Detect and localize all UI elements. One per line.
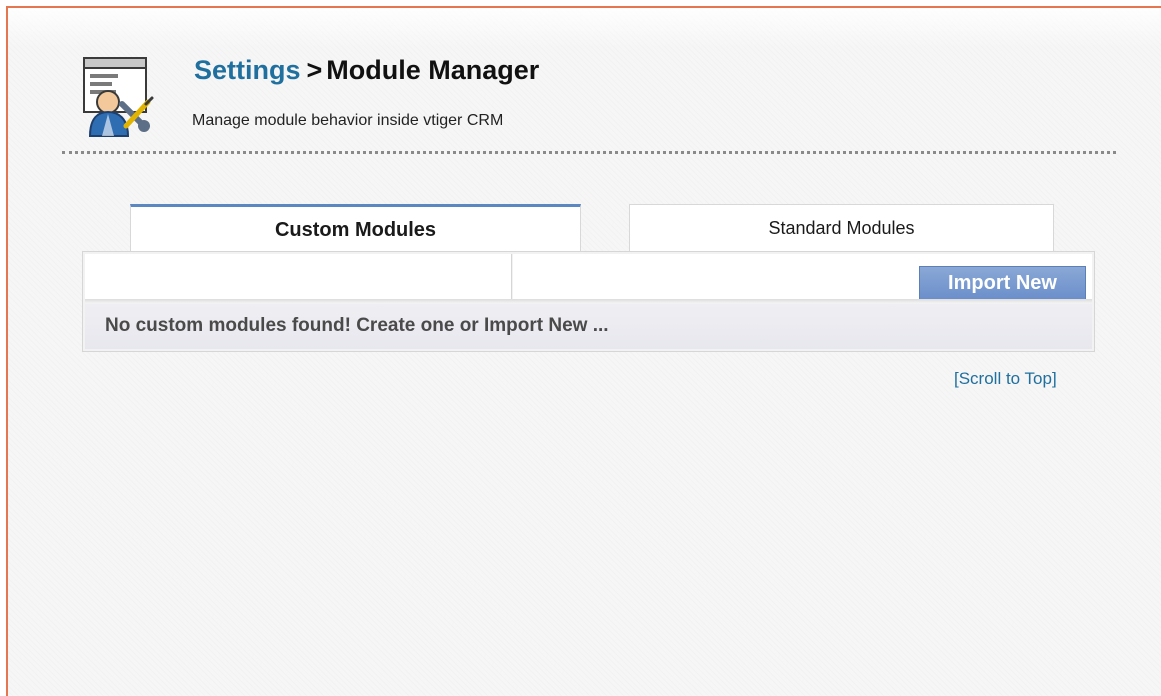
breadcrumb-separator: > bbox=[306, 55, 323, 85]
breadcrumb-settings-link[interactable]: Settings bbox=[194, 55, 301, 85]
breadcrumb-current: Module Manager bbox=[326, 55, 540, 85]
toolbar-separator bbox=[85, 299, 1092, 303]
empty-modules-message: No custom modules found! Create one or I… bbox=[85, 304, 1092, 349]
page-title: Settings > Module Manager bbox=[194, 55, 539, 86]
settings-tools-icon bbox=[83, 57, 154, 137]
toolbar-left-cell bbox=[85, 254, 512, 299]
tab-standard-modules[interactable]: Standard Modules bbox=[629, 204, 1054, 252]
tab-custom-modules[interactable]: Custom Modules bbox=[130, 204, 581, 252]
toolbar-right-cell: Import New bbox=[513, 254, 1092, 300]
import-new-button[interactable]: Import New bbox=[919, 266, 1086, 300]
page-subtitle: Manage module behavior inside vtiger CRM bbox=[192, 112, 504, 129]
scroll-to-top-link[interactable]: [Scroll to Top] bbox=[954, 369, 1057, 389]
header-divider bbox=[62, 151, 1116, 154]
modules-panel: Import New No custom modules found! Crea… bbox=[82, 251, 1095, 352]
